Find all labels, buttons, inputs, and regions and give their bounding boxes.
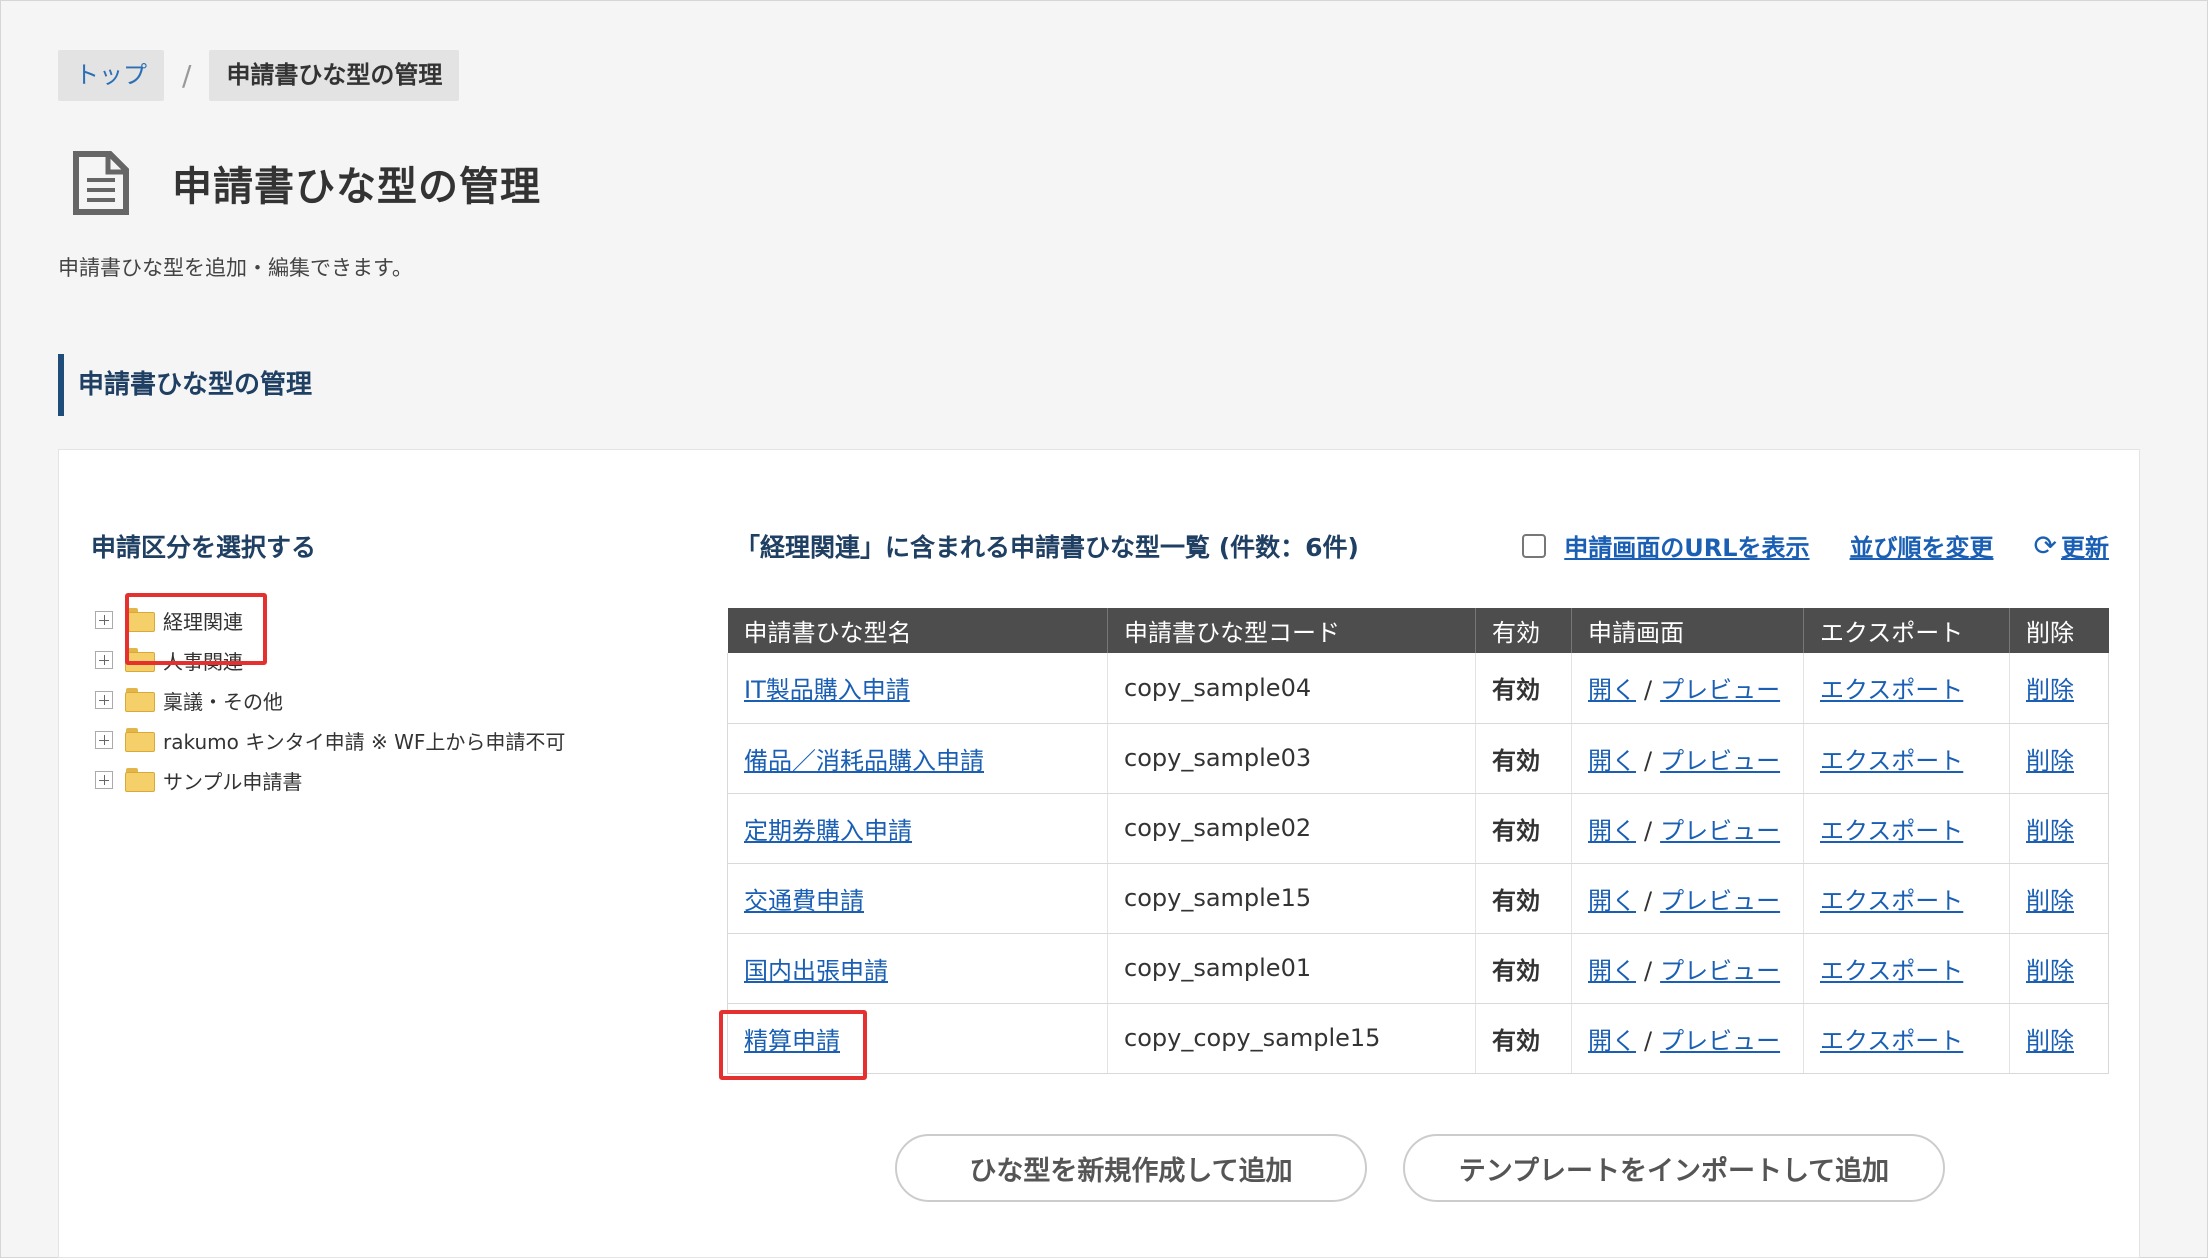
delete-link[interactable]: 削除 xyxy=(2026,1027,2074,1055)
status-badge: 有効 xyxy=(1475,863,1572,934)
tree-item-ringi[interactable]: 稟議・その他 xyxy=(95,680,565,720)
folder-icon xyxy=(125,728,155,752)
refresh-link[interactable]: 更新 xyxy=(2061,528,2109,563)
template-code: copy_sample04 xyxy=(1107,653,1476,724)
open-link[interactable]: 開く xyxy=(1588,1027,1636,1055)
export-link[interactable]: エクスポート xyxy=(1820,817,1963,845)
expand-icon[interactable] xyxy=(95,611,113,629)
section-heading: 申請書ひな型の管理 xyxy=(58,354,312,416)
template-code: copy_sample01 xyxy=(1107,933,1476,1004)
template-name-link[interactable]: 国内出張申請 xyxy=(744,957,888,985)
template-table: 申請書ひな型名 申請書ひな型コード 有効 申請画面 エクスポート 削除 IT製品… xyxy=(727,608,2109,1074)
table-row: 交通費申請 copy_sample15 有効 開く / プレビュー エクスポート 削… xyxy=(727,863,2109,934)
template-name-link[interactable]: IT製品購入申請 xyxy=(744,676,910,704)
preview-link[interactable]: プレビュー xyxy=(1660,817,1780,845)
page-header: 申請書ひな型の管理 xyxy=(72,150,541,216)
category-select-title: 申請区分を選択する xyxy=(91,533,317,562)
preview-link[interactable]: プレビュー xyxy=(1660,747,1780,775)
main-panel: 申請区分を選択する 経理関連 人事関連 稟議・その他 rakumo キンタイ申請… xyxy=(58,449,2140,1258)
table-row: 定期券購入申請 copy_sample02 有効 開く / プレビュー エクスポート… xyxy=(727,793,2109,864)
preview-link[interactable]: プレビュー xyxy=(1660,957,1780,985)
column-header-code: 申請書ひな型コード xyxy=(1107,608,1476,653)
open-link[interactable]: 開く xyxy=(1588,817,1636,845)
column-header-export: エクスポート xyxy=(1803,608,2010,653)
page-description: 申請書ひな型を追加・編集できます。 xyxy=(58,256,413,280)
table-header-row: 申請書ひな型名 申請書ひな型コード 有効 申請画面 エクスポート 削除 xyxy=(727,608,2109,653)
preview-link[interactable]: プレビュー xyxy=(1660,676,1780,704)
refresh-icon[interactable]: ⟳ xyxy=(2034,529,2057,562)
template-name-link[interactable]: 交通費申請 xyxy=(744,887,864,915)
show-url-link[interactable]: 申請画面のURLを表示 xyxy=(1564,528,1809,563)
create-template-button[interactable]: ひな型を新規作成して追加 xyxy=(895,1134,1367,1202)
folder-icon xyxy=(125,768,155,792)
folder-icon xyxy=(125,688,155,712)
open-link[interactable]: 開く xyxy=(1588,676,1636,704)
breadcrumb-current: 申請書ひな型の管理 xyxy=(209,50,460,101)
open-link[interactable]: 開く xyxy=(1588,887,1636,915)
status-badge: 有効 xyxy=(1475,653,1572,724)
template-code: copy_sample15 xyxy=(1107,863,1476,934)
highlight-box-category xyxy=(125,593,267,665)
import-template-button[interactable]: テンプレートをインポートして追加 xyxy=(1403,1134,1945,1202)
status-badge: 有効 xyxy=(1475,1003,1572,1074)
delete-link[interactable]: 削除 xyxy=(2026,817,2074,845)
template-list-title: 「経理関連」に含まれる申請書ひな型一覧 (件数：6件) xyxy=(735,533,1359,562)
template-code: copy_sample02 xyxy=(1107,793,1476,864)
tree-item-label[interactable]: 稟議・その他 xyxy=(163,686,283,715)
expand-icon[interactable] xyxy=(95,651,113,669)
tree-item-sample[interactable]: サンプル申請書 xyxy=(95,760,565,800)
column-header-valid: 有効 xyxy=(1475,608,1572,653)
export-link[interactable]: エクスポート xyxy=(1820,1027,1963,1055)
template-code: copy_copy_sample15 xyxy=(1107,1003,1476,1074)
delete-link[interactable]: 削除 xyxy=(2026,887,2074,915)
status-badge: 有効 xyxy=(1475,723,1572,794)
table-row: IT製品購入申請 copy_sample04 有効 開く / プレビュー エクスポー… xyxy=(727,653,2109,724)
tree-item-kintai[interactable]: rakumo キンタイ申請 ※ WF上から申請不可 xyxy=(95,720,565,760)
reorder-link[interactable]: 並び順を変更 xyxy=(1850,528,1994,563)
breadcrumb: トップ / 申請書ひな型の管理 xyxy=(58,50,460,101)
table-row: 備品／消耗品購入申請 copy_sample03 有効 開く / プレビュー エクス… xyxy=(727,723,2109,794)
export-link[interactable]: エクスポート xyxy=(1820,676,1963,704)
page-title: 申請書ひな型の管理 xyxy=(172,164,541,210)
table-row: 精算申請 copy_copy_sample15 有効 開く / プレビュー エクスポ… xyxy=(727,1003,2109,1074)
open-link[interactable]: 開く xyxy=(1588,747,1636,775)
preview-link[interactable]: プレビュー xyxy=(1660,887,1780,915)
highlight-box-row xyxy=(719,1010,867,1080)
delete-link[interactable]: 削除 xyxy=(2026,676,2074,704)
breadcrumb-separator: / xyxy=(182,59,192,92)
open-link[interactable]: 開く xyxy=(1588,957,1636,985)
preview-link[interactable]: プレビュー xyxy=(1660,1027,1780,1055)
column-header-form: 申請画面 xyxy=(1571,608,1804,653)
breadcrumb-top-link[interactable]: トップ xyxy=(58,50,164,101)
export-link[interactable]: エクスポート xyxy=(1820,957,1963,985)
template-name-link[interactable]: 備品／消耗品購入申請 xyxy=(744,747,984,775)
export-link[interactable]: エクスポート xyxy=(1820,747,1963,775)
expand-icon[interactable] xyxy=(95,731,113,749)
delete-link[interactable]: 削除 xyxy=(2026,747,2074,775)
table-row: 国内出張申請 copy_sample01 有効 開く / プレビュー エクスポート … xyxy=(727,933,2109,1004)
status-badge: 有効 xyxy=(1475,933,1572,1004)
column-header-name: 申請書ひな型名 xyxy=(727,608,1108,653)
delete-link[interactable]: 削除 xyxy=(2026,957,2074,985)
show-url-checkbox[interactable] xyxy=(1522,533,1547,558)
list-tools: 申請画面のURLを表示 並び順を変更 ⟳ 更新 xyxy=(1522,528,2109,563)
status-badge: 有効 xyxy=(1475,793,1572,864)
column-header-delete: 削除 xyxy=(2009,608,2109,653)
template-name-link[interactable]: 定期券購入申請 xyxy=(744,817,912,845)
export-link[interactable]: エクスポート xyxy=(1820,887,1963,915)
expand-icon[interactable] xyxy=(95,691,113,709)
tree-item-label[interactable]: rakumo キンタイ申請 ※ WF上から申請不可 xyxy=(163,726,565,755)
template-code: copy_sample03 xyxy=(1107,723,1476,794)
tree-item-label[interactable]: サンプル申請書 xyxy=(163,766,302,795)
document-icon xyxy=(72,150,130,216)
expand-icon[interactable] xyxy=(95,771,113,789)
